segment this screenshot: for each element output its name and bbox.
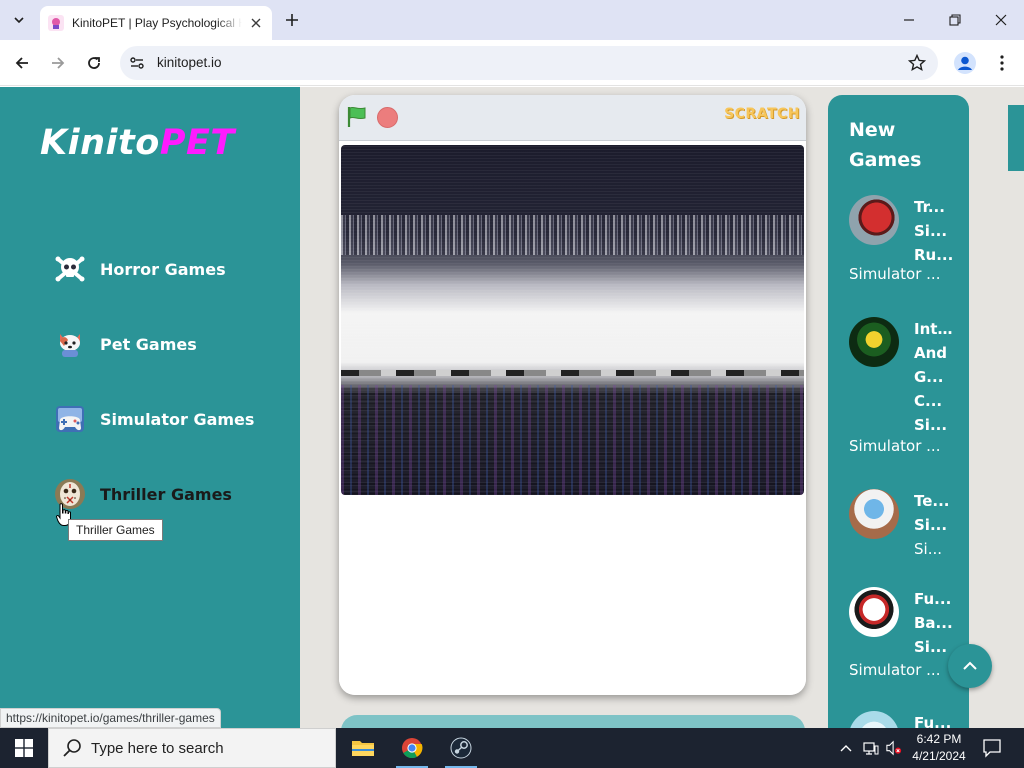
close-icon: [995, 14, 1007, 26]
site-logo[interactable]: KinitoPET: [40, 123, 235, 163]
stop-button[interactable]: [377, 107, 398, 128]
clock-date: 4/21/2024: [912, 749, 966, 763]
browser-menu-button[interactable]: [990, 50, 1014, 76]
page-content: KinitoPET Horror Games Pet Games Simulat…: [0, 87, 1024, 728]
sidebar-item-label: Simulator Games: [100, 409, 255, 429]
profile-avatar-icon: [954, 52, 976, 74]
skull-icon: [54, 253, 86, 285]
chrome-icon: [402, 738, 423, 759]
game-title[interactable]: Te... Si... Si...: [914, 489, 954, 561]
sidebar-item-simulator-games[interactable]: Simulator Games: [54, 402, 254, 436]
game-thumbnail[interactable]: [849, 317, 899, 367]
arrow-left-icon: [15, 57, 28, 69]
gamepad-icon: [54, 403, 86, 435]
game-title[interactable]: Int... And G... C... Si...: [914, 317, 954, 437]
arrow-right-icon: [52, 57, 65, 69]
game-thumbnail[interactable]: [849, 195, 899, 245]
game-stage-blank: [339, 497, 806, 695]
forward-button[interactable]: [44, 49, 72, 77]
network-icon[interactable]: [863, 740, 879, 756]
url-text[interactable]: kinitopet.io: [157, 55, 222, 70]
plus-icon: [286, 14, 298, 26]
chrome-taskbar-button[interactable]: [388, 728, 436, 768]
search-placeholder: Type here to search: [91, 739, 224, 757]
notification-center-icon[interactable]: [982, 738, 1002, 758]
minimize-button[interactable]: [886, 0, 932, 40]
sidebar-item-thriller-games[interactable]: Thriller Games: [54, 477, 232, 511]
chevron-up-icon: [963, 661, 977, 670]
browser-tab-active[interactable]: KinitoPET | Play Psychological Horror Ga…: [40, 6, 272, 40]
volume-muted-icon[interactable]: [886, 740, 902, 756]
kinito-favicon-icon: [48, 15, 64, 31]
tooltip: Thriller Games: [68, 519, 163, 541]
scroll-to-top-button[interactable]: [948, 644, 992, 688]
windows-logo-icon: [15, 739, 33, 757]
close-tab-icon[interactable]: [248, 15, 264, 31]
game-thumbnail[interactable]: [849, 489, 899, 539]
address-bar[interactable]: kinitopet.io: [120, 46, 938, 80]
steam-taskbar-button[interactable]: [437, 728, 485, 768]
new-tab-button[interactable]: [280, 8, 304, 32]
game-category: Simulator ...: [849, 437, 941, 455]
clock-time: 6:42 PM: [916, 732, 962, 746]
search-icon: [63, 739, 81, 757]
game-title[interactable]: Fu...: [914, 711, 954, 728]
pet-icon: [54, 328, 86, 360]
game-category: Simulator ...: [849, 265, 941, 283]
game-title[interactable]: Fu... Ba... Si...: [914, 587, 954, 659]
chevron-down-icon: [14, 17, 24, 24]
bookmark-star-icon[interactable]: [907, 53, 927, 72]
more-vertical-icon: [1000, 55, 1004, 71]
taskbar-search-box[interactable]: Type here to search: [48, 728, 336, 768]
new-games-panel: New Games Tr... Si... Ru... Simulator ..…: [828, 95, 969, 728]
game-thumbnail[interactable]: [849, 587, 899, 637]
reload-icon: [88, 57, 100, 69]
sidebar-item-horror-games[interactable]: Horror Games: [54, 252, 226, 286]
new-games-heading: New Games: [849, 119, 922, 171]
tab-title: KinitoPET | Play Psychological Horror Ga…: [72, 16, 242, 30]
game-title[interactable]: Tr... Si... Ru...: [914, 195, 954, 267]
green-flag-icon[interactable]: [345, 105, 369, 129]
start-button[interactable]: [0, 728, 48, 768]
game-thumbnail[interactable]: [849, 711, 899, 728]
page-scrollbar-thumb[interactable]: [1008, 105, 1024, 171]
restore-icon: [949, 14, 961, 26]
scratch-controls-bar: SCRATCH: [339, 95, 806, 141]
scratch-logo: SCRATCH: [724, 106, 800, 122]
game-embed-card: SCRATCH: [339, 95, 806, 695]
game-category: Simulator ...: [849, 661, 941, 679]
steam-icon: [450, 737, 472, 759]
folder-icon: [352, 741, 374, 756]
close-window-button[interactable]: [978, 0, 1024, 40]
reload-button[interactable]: [80, 49, 108, 77]
system-clock[interactable]: 6:42 PM 4/21/2024: [906, 731, 972, 765]
sidebar-item-label: Thriller Games: [100, 484, 232, 504]
sidebar-item-label: Horror Games: [100, 259, 226, 279]
sidebar: KinitoPET Horror Games Pet Games Simulat…: [0, 87, 300, 728]
sidebar-item-label: Pet Games: [100, 334, 197, 354]
minimize-icon: [904, 19, 914, 21]
site-info-icon[interactable]: [128, 54, 146, 72]
file-explorer-taskbar-button[interactable]: [339, 728, 387, 768]
windows-taskbar: Type here to search 6:42 PM 4/21/2024: [0, 728, 1024, 768]
browser-tab-strip: KinitoPET | Play Psychological Horror Ga…: [0, 0, 1024, 40]
game-info-card: [341, 715, 805, 728]
profile-button[interactable]: [952, 50, 978, 76]
restore-button[interactable]: [932, 0, 978, 40]
game-stage-canvas[interactable]: [341, 145, 804, 495]
back-button[interactable]: [8, 49, 36, 77]
browser-toolbar: kinitopet.io: [0, 40, 1024, 86]
tray-overflow-chevron-icon[interactable]: [838, 740, 854, 756]
link-status-bubble: https://kinitopet.io/games/thriller-game…: [0, 708, 221, 728]
sidebar-item-pet-games[interactable]: Pet Games: [54, 327, 197, 361]
tab-search-button[interactable]: [6, 7, 32, 33]
